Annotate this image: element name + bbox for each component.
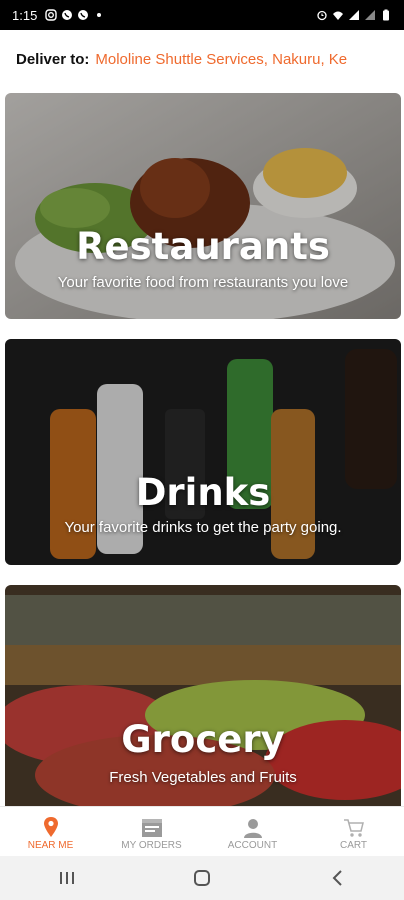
location-pin-icon — [43, 817, 58, 837]
recent-apps-icon — [60, 872, 75, 884]
grocery-title: Grocery — [121, 718, 285, 761]
dot-icon — [97, 13, 102, 17]
restaurants-subtitle: Your favorite food from restaurants you … — [57, 274, 349, 291]
signal-icon — [349, 10, 359, 20]
drinks-title: Drinks — [135, 471, 271, 514]
nav-my-orders[interactable]: MY ORDERS — [101, 807, 202, 857]
nav-account[interactable]: ACCOUNT — [202, 807, 303, 857]
alarm-icon — [317, 10, 327, 21]
nav-account-label: ACCOUNT — [227, 840, 278, 851]
nav-cart-label: CART — [339, 840, 368, 851]
delivery-location[interactable]: Mololine Shuttle Services, Nakuru, Ke — [95, 51, 347, 68]
orders-icon — [141, 819, 162, 837]
home-button[interactable] — [182, 863, 222, 893]
status-time: 1:15 — [12, 7, 38, 23]
deliver-label: Deliver to: — [16, 50, 90, 68]
person-icon — [243, 819, 262, 838]
drinks-card[interactable]: Drinks Your favorite drinks to get the p… — [5, 339, 401, 565]
nav-near-me-label: NEAR ME — [27, 840, 74, 851]
status-bar: 1:15 — [0, 0, 404, 30]
grocery-subtitle: Fresh Vegetables and Fruits — [109, 769, 297, 786]
delivery-location-bar[interactable]: Deliver to: Mololine Shuttle Services, N… — [0, 30, 404, 88]
system-navigation-bar — [0, 856, 404, 900]
cart-icon — [343, 819, 364, 837]
wifi-icon — [333, 11, 343, 20]
back-icon — [332, 870, 342, 886]
recent-apps-button[interactable] — [47, 863, 87, 893]
whatsapp-icon — [78, 10, 89, 20]
nav-near-me[interactable]: NEAR ME — [0, 807, 101, 857]
drinks-subtitle: Your favorite drinks to get the party go… — [64, 519, 342, 536]
battery-icon — [383, 9, 389, 21]
instagram-icon — [45, 9, 58, 21]
whatsapp-icon — [62, 10, 73, 20]
home-icon — [193, 870, 210, 886]
bottom-navigation: NEAR ME MY ORDERS ACCOUNT CART — [0, 806, 404, 857]
nav-cart[interactable]: CART — [303, 807, 404, 857]
restaurants-title: Restaurants — [76, 225, 330, 268]
nav-my-orders-label: MY ORDERS — [121, 840, 182, 851]
grocery-card[interactable]: Grocery Fresh Vegetables and Fruits — [5, 585, 401, 806]
back-button[interactable] — [317, 863, 357, 893]
signal-icon — [365, 10, 375, 20]
restaurants-card[interactable]: Restaurants Your favorite food from rest… — [5, 93, 401, 319]
